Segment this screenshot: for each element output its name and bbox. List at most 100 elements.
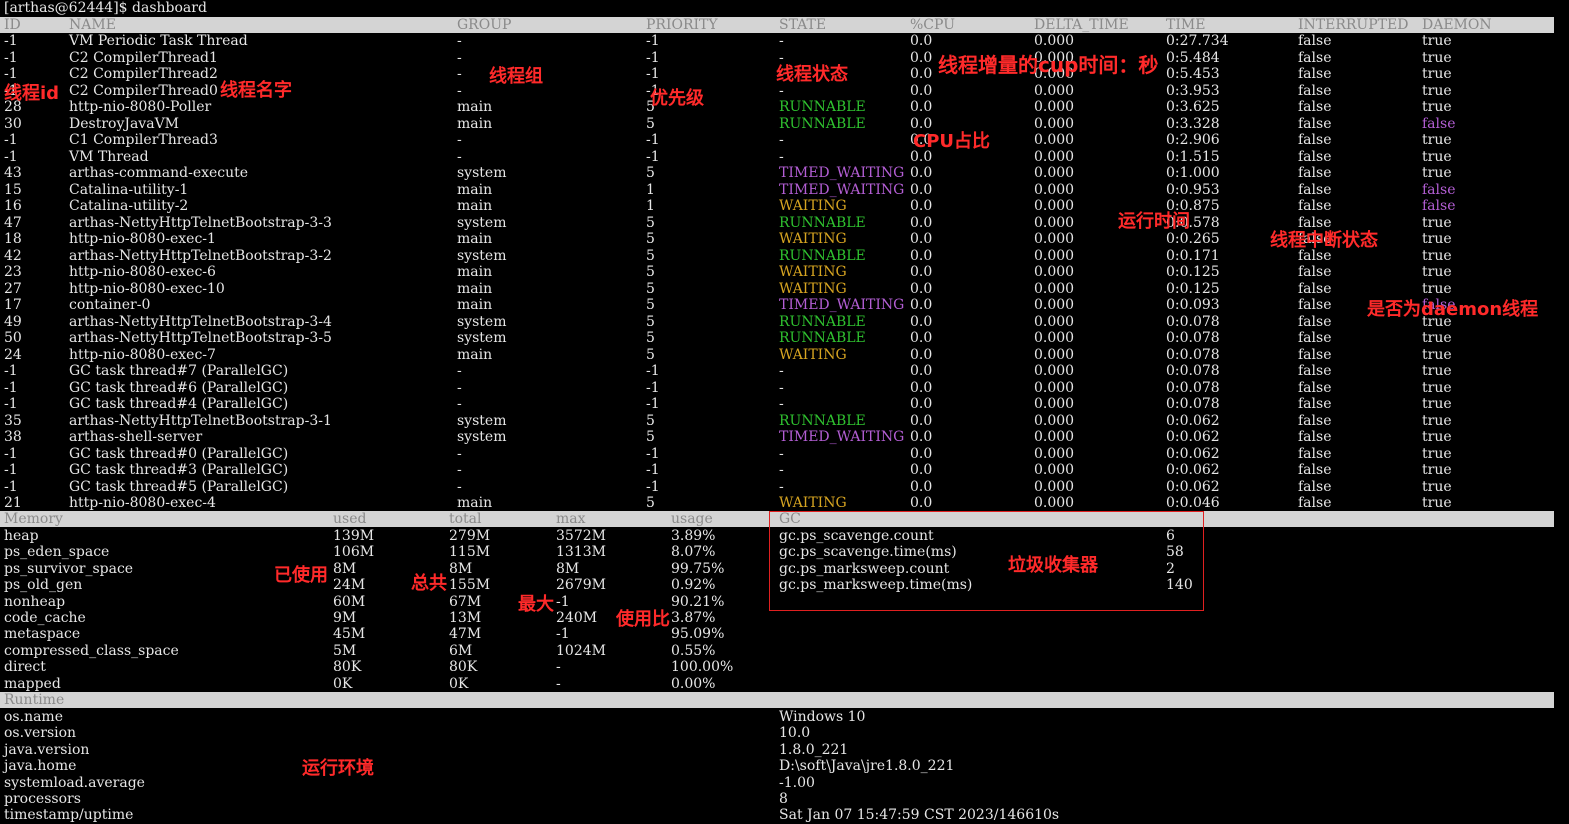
memory-cell: 115M [449, 544, 491, 561]
thread-cell: false [1298, 429, 1332, 445]
memory-cell: 45M [333, 626, 366, 643]
runtime-key: os.name [4, 709, 63, 725]
thread-cell: 5 [646, 264, 655, 280]
thread-cell: RUNNABLE [779, 214, 866, 231]
thread-cell: -1 [646, 148, 660, 165]
memory-cell: 2679M [556, 577, 606, 594]
thread-cell: - [457, 82, 462, 99]
thread-cell: 5 [646, 495, 655, 511]
memory-column-header: max [556, 511, 586, 527]
thread-cell: - [779, 379, 784, 396]
thread-cell: 18 [4, 231, 22, 247]
thread-cell: true [1422, 214, 1452, 231]
thread-cell: 0:0.078 [1166, 346, 1220, 363]
thread-cell: 1 [646, 198, 655, 214]
thread-cell: true [1422, 429, 1452, 445]
thread-cell: 0:0.062 [1166, 429, 1220, 445]
thread-cell: main [457, 115, 493, 132]
thread-cell: 0.0 [910, 49, 933, 66]
memory-cell: - [556, 659, 561, 676]
thread-cell: main [457, 99, 493, 115]
memory-cell: 47M [449, 626, 482, 643]
runtime-value: D:\soft\Java\jre1.8.0_221 [779, 758, 955, 775]
thread-cell: TIMED_WAITING [779, 429, 905, 445]
memory-cell: 8M [556, 560, 580, 577]
thread-cell: 0.000 [1034, 363, 1075, 379]
thread-cell: http-nio-8080-exec-6 [69, 264, 216, 280]
thread-cell: 0.0 [910, 379, 933, 396]
thread-cell: -1 [646, 66, 660, 82]
memory-cell: 80K [333, 659, 362, 676]
thread-cell: 27 [4, 280, 22, 297]
thread-cell: 0.0 [910, 264, 933, 280]
thread-column-header: STATE [779, 17, 827, 33]
thread-cell: true [1422, 82, 1452, 99]
thread-cell: arthas-NettyHttpTelnetBootstrap-3-5 [69, 330, 332, 346]
thread-cell: false [1298, 99, 1332, 115]
thread-cell: false [1298, 330, 1332, 346]
memory-cell: 8M [449, 560, 473, 577]
thread-cell: -1 [4, 33, 18, 49]
thread-cell: 0.000 [1034, 115, 1075, 132]
thread-cell: false [1298, 495, 1332, 511]
thread-cell: -1 [4, 462, 18, 478]
thread-cell: true [1422, 330, 1452, 346]
annotation-delta-time: 线程增量的cup时间：秒 [938, 53, 1159, 77]
memory-cell: metaspace [4, 626, 81, 643]
memory-cell: ps_survivor_space [4, 560, 134, 577]
thread-cell: -1 [646, 379, 660, 396]
thread-cell: false [1298, 33, 1332, 49]
thread-cell: 0.0 [910, 115, 933, 132]
annotation-total: 总共 [411, 573, 447, 594]
thread-cell: 0.0 [910, 82, 933, 99]
thread-cell: false [1298, 478, 1332, 495]
thread-cell: false [1298, 280, 1332, 297]
thread-cell: WAITING [779, 231, 847, 247]
thread-cell: TIMED_WAITING [779, 181, 905, 198]
thread-cell: 0:0.125 [1166, 280, 1220, 297]
runtime-key: systemload.average [4, 774, 145, 791]
thread-cell: - [457, 33, 462, 49]
thread-cell: main [457, 280, 493, 297]
thread-cell: -1 [646, 462, 660, 478]
thread-cell: false [1298, 82, 1332, 99]
memory-cell: 13M [449, 610, 482, 626]
thread-cell: 0:1.515 [1166, 148, 1220, 165]
thread-cell: main [457, 231, 493, 247]
annotation-runtime: 运行环境 [302, 758, 374, 779]
thread-cell: true [1422, 462, 1452, 478]
thread-cell: false [1298, 363, 1332, 379]
runtime-section-header: Runtime [0, 692, 1554, 708]
memory-column-header: Memory [4, 511, 63, 527]
thread-cell: 42 [4, 247, 22, 264]
thread-cell: 15 [4, 181, 22, 198]
thread-cell: -1 [646, 478, 660, 495]
thread-cell: false [1298, 115, 1332, 132]
memory-cell: 99.75% [671, 560, 725, 577]
memory-cell: 279M [449, 528, 491, 544]
thread-cell: 38 [4, 429, 22, 445]
thread-cell: 5 [646, 297, 655, 313]
memory-cell: 0.92% [671, 577, 716, 594]
thread-cell: false [1298, 462, 1332, 478]
thread-cell: 0.000 [1034, 379, 1075, 396]
thread-cell: 0:0.078 [1166, 396, 1220, 412]
thread-cell: - [457, 363, 462, 379]
thread-cell: 0.0 [910, 214, 933, 231]
thread-cell: 0:5.453 [1166, 66, 1220, 82]
annotation-state: 线程状态 [776, 64, 848, 85]
thread-cell: http-nio-8080-Poller [69, 99, 212, 115]
memory-cell: 106M [333, 544, 375, 561]
thread-cell: 17 [4, 297, 22, 313]
thread-cell: 0.000 [1034, 412, 1075, 429]
thread-cell: RUNNABLE [779, 313, 866, 330]
thread-cell: false [1298, 445, 1332, 462]
thread-cell: system [457, 247, 507, 264]
thread-cell: 5 [646, 346, 655, 363]
thread-cell: arthas-NettyHttpTelnetBootstrap-3-3 [69, 214, 332, 231]
thread-cell: -1 [4, 478, 18, 495]
thread-cell: 0.000 [1034, 132, 1075, 148]
thread-cell: C2 CompilerThread2 [69, 66, 218, 82]
memory-cell: 9M [333, 610, 357, 626]
memory-cell: 1313M [556, 544, 606, 561]
